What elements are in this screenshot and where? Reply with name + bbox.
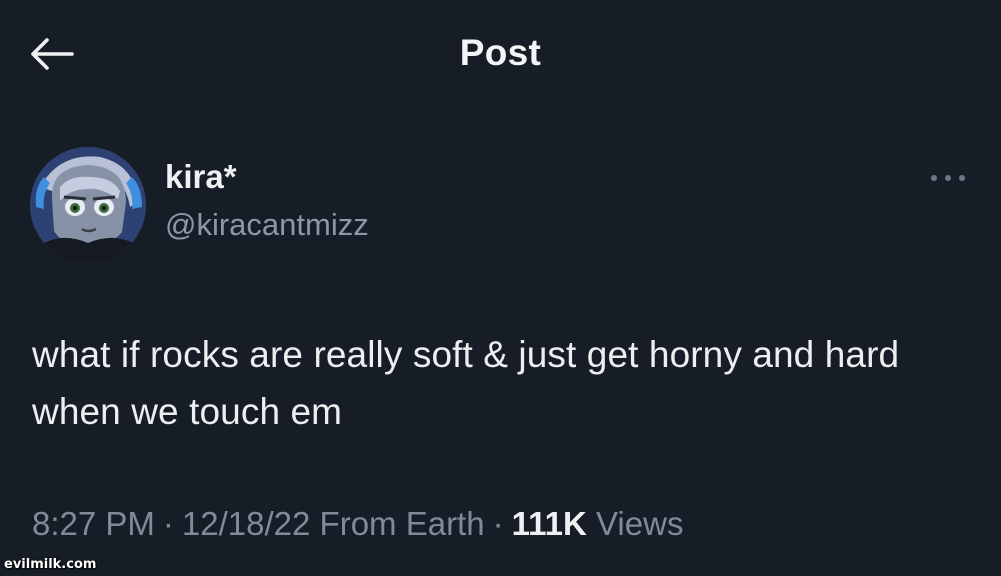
views-label: Views xyxy=(596,505,684,542)
page-title: Post xyxy=(459,32,542,73)
post-source: From Earth xyxy=(319,505,485,542)
separator-dot: · xyxy=(492,505,504,542)
more-horizontal-icon xyxy=(928,170,968,188)
post-time[interactable]: 8:27 PM xyxy=(32,505,155,542)
views-count[interactable]: 111K xyxy=(512,505,587,542)
author-name[interactable]: kira* xyxy=(165,158,237,196)
avatar[interactable] xyxy=(30,147,146,263)
post-date[interactable]: 12/18/22 xyxy=(182,505,310,542)
post-text: what if rocks are really soft & just get… xyxy=(32,334,900,432)
top-bar: Post xyxy=(0,22,1001,92)
app-screen: Post kira* @kiracantmizz what if rocks a… xyxy=(0,0,1001,576)
post-meta: 8:27 PM · 12/18/22 From Earth · 111K Views xyxy=(32,505,683,543)
separator-dot: · xyxy=(162,505,174,542)
author-handle[interactable]: @kiracantmizz xyxy=(165,207,369,243)
more-options-button[interactable] xyxy=(924,164,972,194)
watermark: evilmilk.com xyxy=(4,557,97,572)
